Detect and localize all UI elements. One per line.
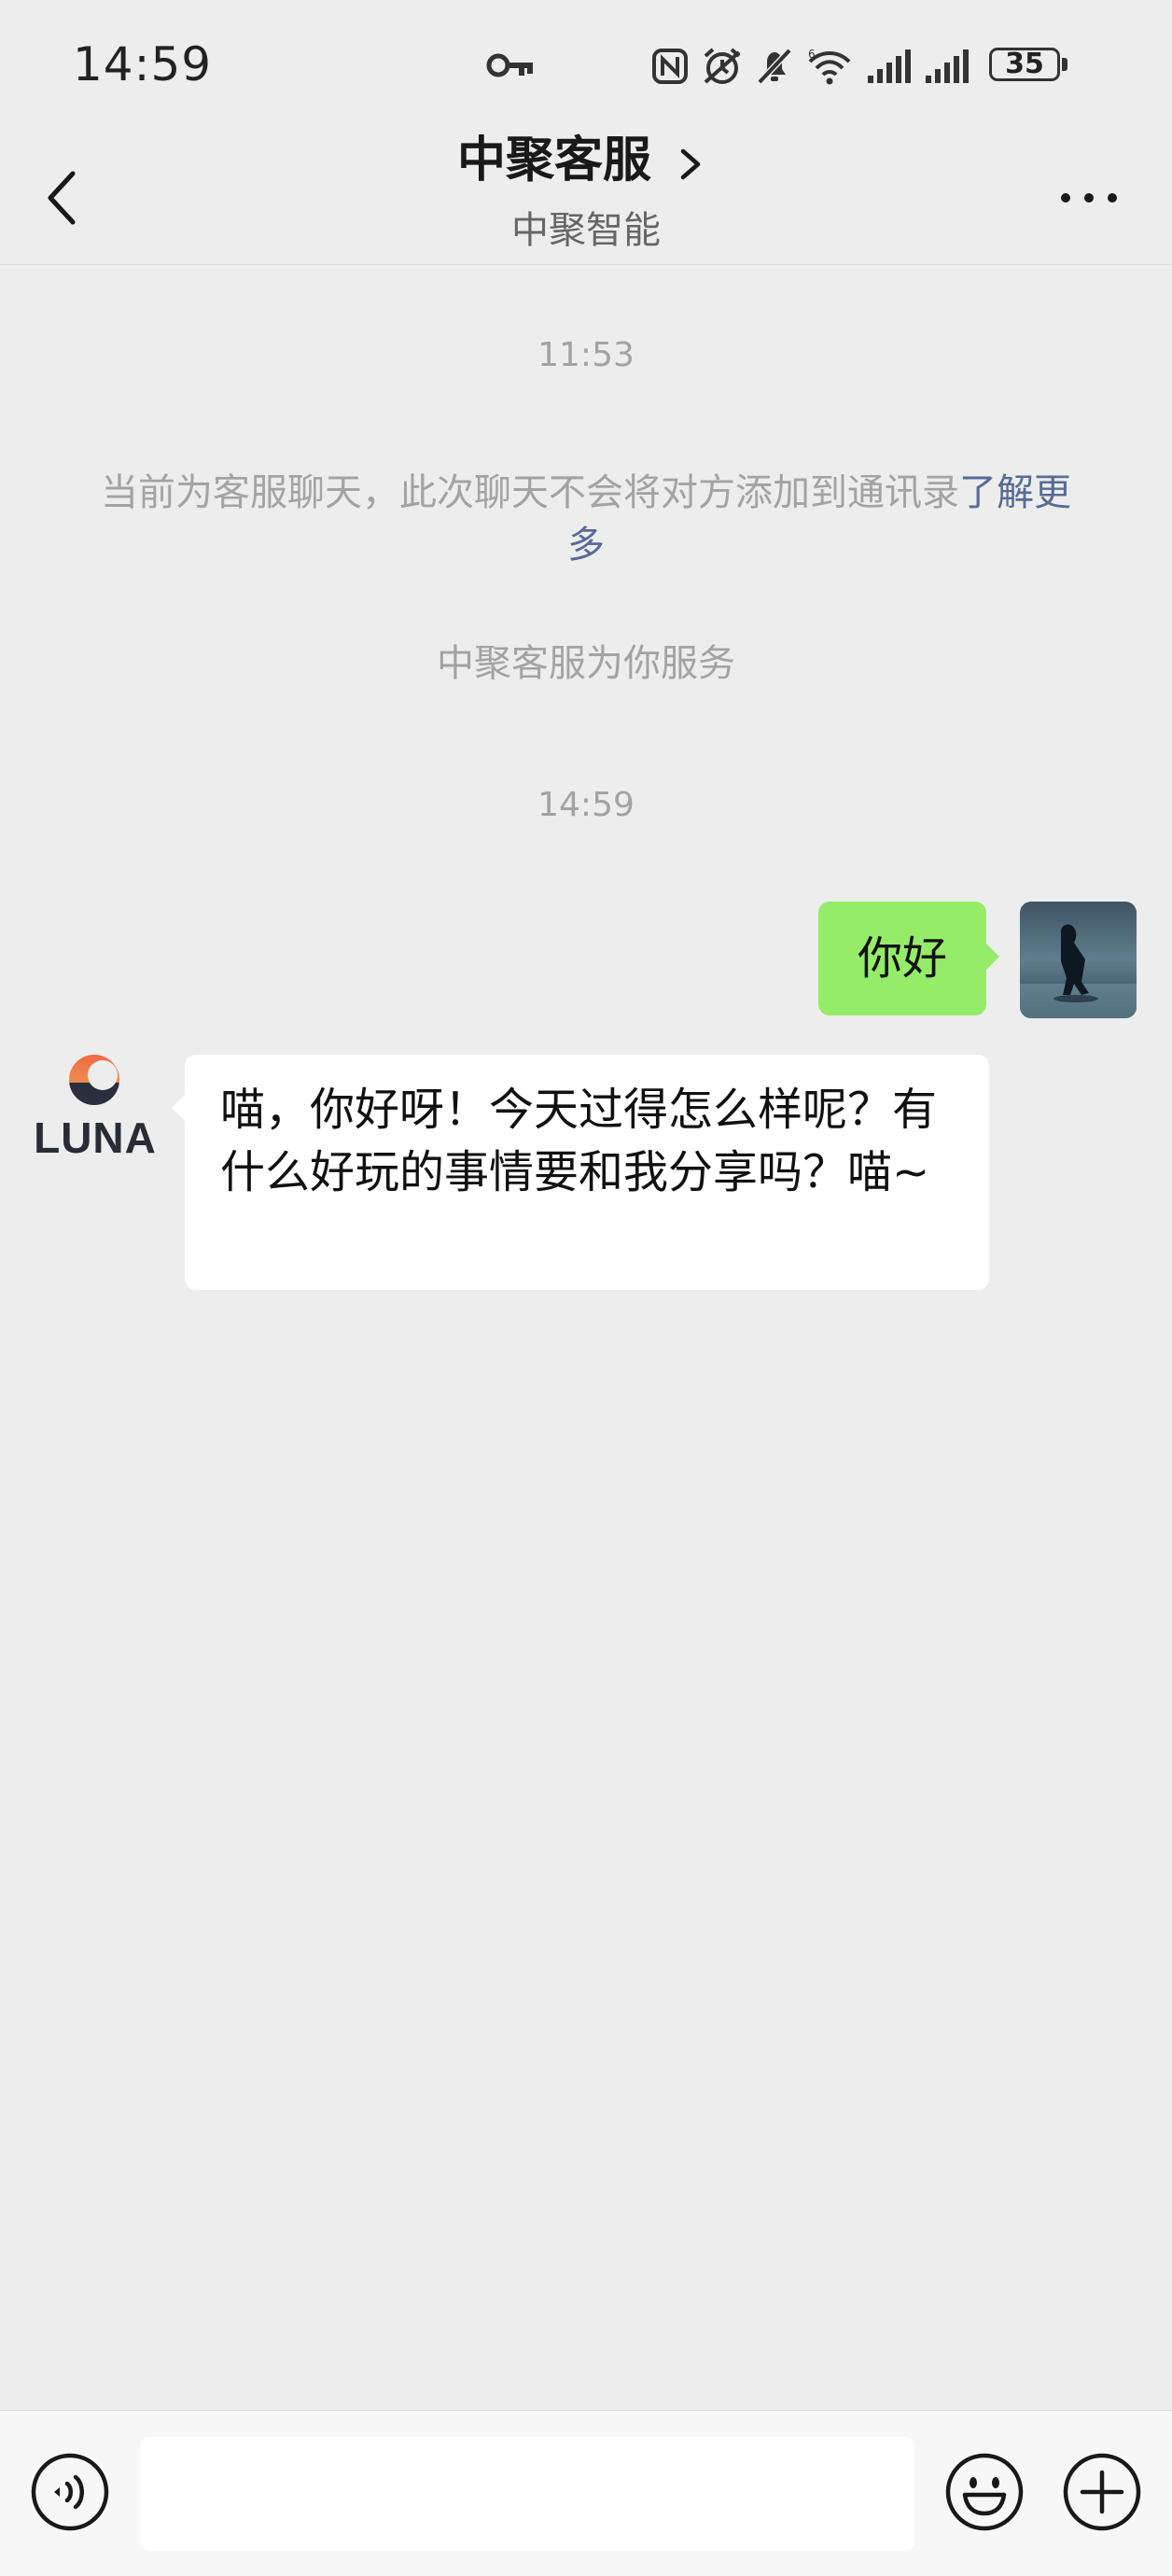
bot-message-bubble[interactable]: 喵，你好呀！今天过得怎么样呢？有什么好玩的事情要和我分享吗？喵~ [172,1055,989,1290]
bot-name: LUNA [34,1113,157,1162]
wifi-icon: 6 [808,48,851,85]
message-input[interactable] [140,2437,914,2551]
service-notice: 当前为客服聊天，此次聊天不会将对方添加到通讯录了解更多 [93,467,1079,571]
more-dots-icon[interactable] [1054,170,1123,226]
chat-subtitle: 中聚智能 [511,209,661,252]
bot-avatar[interactable]: LUNA [30,1053,160,1172]
svg-text:6: 6 [808,48,816,61]
nfc-icon [652,49,688,84]
moon-logo-icon [69,1055,119,1105]
emoji-icon[interactable] [944,2452,1025,2532]
battery-level: 35 [1005,48,1044,80]
chevron-right-icon[interactable] [674,142,707,187]
timestamp: 14:59 [537,786,635,824]
signal-icon [868,49,911,83]
voice-icon[interactable] [30,2452,110,2532]
status-bar: 14:59 6 35 [0,0,1172,133]
mute-bell-icon [757,48,792,85]
alarm-icon [704,48,741,84]
service-text: 中聚客服为你服务 [437,642,735,685]
input-bar [0,2410,1172,2576]
battery-icon: 35 [989,48,1069,85]
signal-icon [926,49,969,83]
timestamp: 11:53 [537,336,635,374]
avatar[interactable] [1020,902,1137,1018]
key-icon [486,53,533,77]
status-time: 14:59 [73,37,213,91]
chat-header: 中聚客服 中聚智能 [0,133,1172,265]
notice-text: 当前为客服聊天，此次聊天不会将对方添加到通讯录 [101,471,959,514]
user-avatar-image [1020,902,1137,1018]
status-icons: 6 35 [651,43,1069,90]
plus-icon[interactable] [1062,2452,1142,2532]
user-message-bubble[interactable]: 你好 [818,902,999,1015]
chat-title[interactable]: 中聚客服 [457,133,651,189]
